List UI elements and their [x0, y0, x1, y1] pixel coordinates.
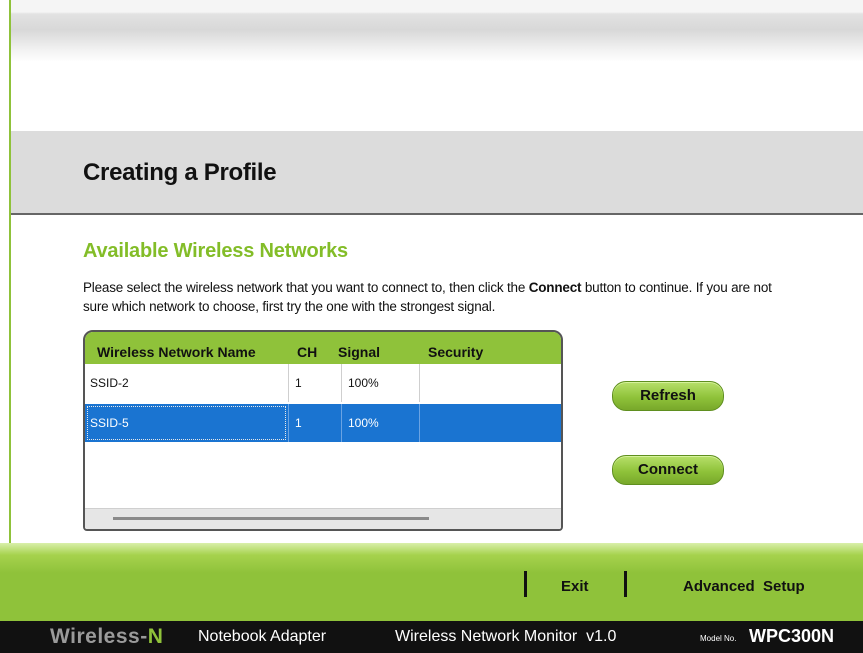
column-separator	[288, 404, 289, 442]
footer-divider	[524, 571, 527, 597]
brand-prefix: Wireless-	[50, 625, 148, 648]
scrollbar-thumb[interactable]	[113, 517, 429, 520]
col-header-ch: CH	[297, 344, 318, 360]
cell-signal: 100%	[348, 376, 379, 390]
column-separator	[341, 404, 342, 442]
bottom-brand-bar: Wireless-N Notebook Adapter Wireless Net…	[0, 621, 863, 653]
cell-name: SSID-2	[90, 376, 129, 390]
col-header-signal: Signal	[338, 344, 381, 360]
instructions-bold-connect: Connect	[528, 280, 582, 295]
cell-name: SSID-5	[90, 416, 129, 430]
monitor-version: Wireless Network Monitor v1.0	[395, 628, 617, 645]
table-row[interactable]: SSID-2 1 100%	[85, 364, 561, 402]
brand-suffix: N	[147, 625, 164, 648]
exit-link[interactable]: Exit	[561, 578, 589, 595]
footer-divider	[624, 571, 627, 597]
top-shade	[11, 0, 863, 62]
column-separator	[341, 364, 342, 402]
column-separator	[288, 364, 289, 402]
refresh-button[interactable]: Refresh	[612, 381, 724, 411]
cell-ch: 1	[295, 376, 302, 390]
cell-ch: 1	[295, 416, 302, 430]
col-header-name: Wireless Network Name	[97, 344, 256, 360]
connect-button[interactable]: Connect	[612, 455, 724, 485]
instructions: Please select the wireless network that …	[83, 278, 783, 316]
model-number: WPC300N	[749, 626, 835, 646]
footer-bar: Exit Advanced Setup	[0, 543, 863, 621]
header-band: Creating a Profile	[11, 131, 863, 215]
cell-signal: 100%	[348, 416, 379, 430]
col-header-security: Security	[428, 344, 484, 360]
instructions-text-1: Please select the wireless network that …	[83, 280, 529, 295]
product-name: Notebook Adapter	[198, 628, 327, 645]
brand-logo: Wireless-N	[50, 625, 163, 649]
section-title: Available Wireless Networks	[83, 240, 348, 262]
page-title: Creating a Profile	[83, 159, 277, 186]
horizontal-scrollbar[interactable]	[85, 508, 561, 529]
networks-table: Wireless Network Name CH Signal Security…	[83, 330, 563, 531]
advanced-setup-link[interactable]: Advanced Setup	[683, 578, 805, 595]
model-label: Model No.	[700, 634, 737, 643]
column-separator	[419, 364, 420, 402]
table-row-selected[interactable]: SSID-5 1 100%	[85, 404, 561, 442]
column-separator	[419, 404, 420, 442]
table-header: Wireless Network Name CH Signal Security	[85, 332, 561, 364]
